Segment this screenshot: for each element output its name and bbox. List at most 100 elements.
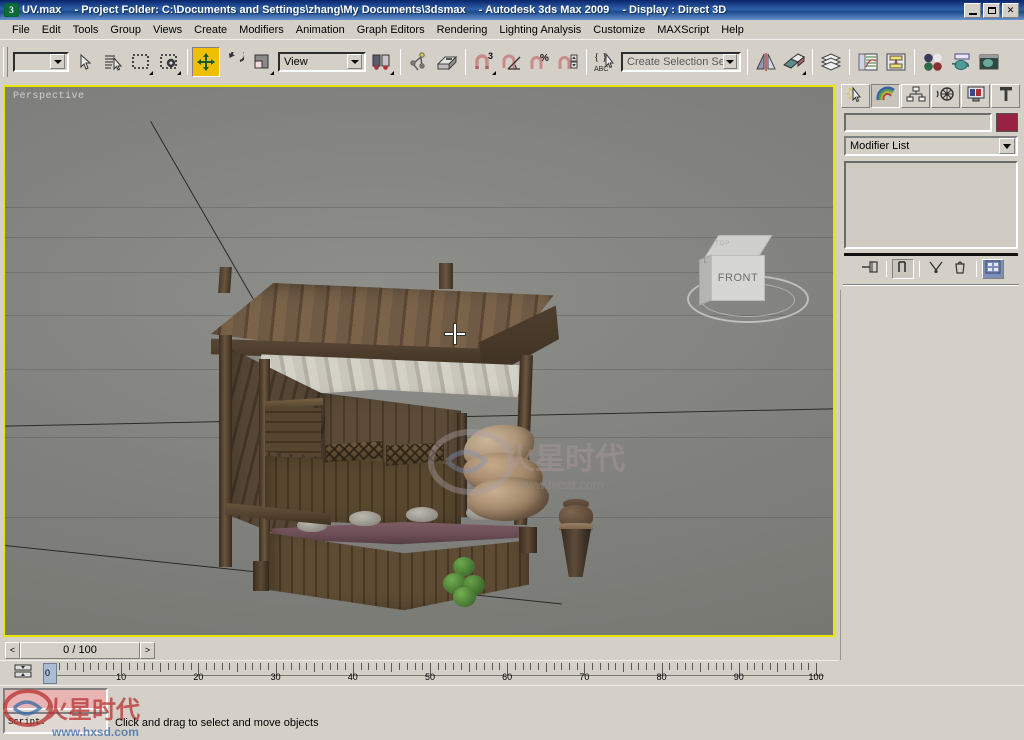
front-counter-body — [269, 533, 529, 611]
menu-item-create[interactable]: Create — [188, 22, 233, 38]
show-end-result-button[interactable] — [891, 259, 914, 280]
pin-stack-button[interactable] — [858, 259, 881, 279]
material-editor-button[interactable] — [919, 46, 947, 77]
modifier-stack[interactable] — [844, 161, 1018, 249]
bind-space-warp-button[interactable] — [433, 46, 461, 77]
ruler-tick-label: 20 — [193, 672, 204, 682]
minimize-button[interactable] — [964, 2, 981, 18]
next-frame-arrow[interactable]: > — [140, 642, 155, 659]
dotted-circle-icon — [159, 53, 179, 71]
perspective-viewport[interactable]: Perspective 火星时代 www.hxsd.com TOP L FRON… — [3, 85, 835, 637]
display-tab[interactable] — [961, 84, 990, 108]
spinner-snap-toggle-button[interactable] — [554, 46, 582, 77]
select-by-name-button[interactable] — [99, 46, 127, 77]
view-cube[interactable]: TOP L FRONT — [685, 233, 813, 325]
schematic-view-button[interactable] — [882, 46, 910, 77]
view-cube-front-face[interactable]: FRONT — [711, 255, 765, 301]
snaps-toggle-button[interactable]: 3 — [470, 46, 498, 77]
percent-snap-toggle-button[interactable]: % — [526, 46, 554, 77]
chevron-down-icon[interactable] — [999, 138, 1015, 154]
mini-curve-editor-icon — [13, 663, 33, 684]
maximize-button[interactable] — [983, 2, 1000, 18]
close-button[interactable]: ✕ — [1002, 2, 1019, 18]
reference-coordinate-system-combo[interactable]: View — [278, 51, 366, 72]
time-slider-thumb[interactable]: 0 — [43, 663, 57, 684]
hierarchy-tab[interactable] — [901, 84, 930, 108]
mirror-button[interactable] — [752, 46, 780, 77]
viewport-container: Perspective 火星时代 www.hxsd.com TOP L FRON… — [0, 83, 838, 639]
menu-item-animation[interactable]: Animation — [290, 22, 351, 38]
stack-separator-2 — [918, 261, 920, 277]
curve-editor-button[interactable] — [854, 46, 882, 77]
menu-item-lighting-analysis[interactable]: Lighting Analysis — [493, 22, 587, 38]
angle-snap-toggle-button[interactable] — [498, 46, 526, 77]
maxscript-mini-listener[interactable]: Script. — [3, 712, 108, 734]
roof-post-left — [218, 267, 232, 293]
show-end-result-icon — [895, 259, 911, 280]
remove-modifier-button[interactable] — [948, 259, 971, 279]
modify-tab[interactable] — [871, 84, 900, 108]
menu-item-views[interactable]: Views — [147, 22, 188, 38]
current-frame-display[interactable]: 0 / 100 — [20, 642, 140, 659]
ruler-minor-tick — [460, 663, 462, 670]
select-and-move-button[interactable] — [192, 46, 220, 77]
menu-item-maxscript[interactable]: MAXScript — [651, 22, 715, 38]
ruler-minor-tick — [707, 663, 709, 670]
motion-tab[interactable] — [931, 84, 960, 108]
ruler-minor-tick — [592, 663, 594, 670]
track-bar[interactable]: 10 20 30 40 50 60 70 80 90 100 0 — [0, 660, 838, 685]
ruler-minor-tick — [684, 663, 686, 670]
make-unique-button[interactable] — [924, 259, 947, 279]
ruler-minor-tick — [484, 663, 486, 670]
ruler-minor-tick — [406, 663, 408, 670]
chevron-down-icon[interactable] — [50, 54, 65, 69]
time-slider-control[interactable]: < 0 / 100 > — [5, 642, 155, 659]
use-center-button[interactable] — [368, 46, 396, 77]
menu-item-rendering[interactable]: Rendering — [431, 22, 494, 38]
align-button[interactable] — [780, 46, 808, 77]
ruler-minor-tick — [105, 663, 107, 670]
market-stall-model[interactable] — [201, 255, 601, 625]
object-color-swatch[interactable] — [996, 113, 1018, 132]
previous-frame-arrow[interactable]: < — [5, 642, 20, 659]
menu-item-file[interactable]: File — [6, 22, 36, 38]
select-region-button[interactable] — [127, 46, 155, 77]
open-mini-curve-editor-button[interactable] — [12, 664, 34, 682]
select-object-button[interactable] — [71, 46, 99, 77]
ruler-minor-tick — [113, 663, 115, 670]
track-bar-ruler[interactable]: 10 20 30 40 50 60 70 80 90 100 — [44, 663, 824, 685]
stack-separator — [885, 261, 887, 277]
menu-item-edit[interactable]: Edit — [36, 22, 67, 38]
maxscript-listener-pane[interactable] — [3, 688, 108, 710]
modifier-rollout-area[interactable] — [840, 290, 1018, 660]
undo-history-combo[interactable] — [13, 51, 69, 72]
menu-item-graph-editors[interactable]: Graph Editors — [351, 22, 431, 38]
window-crossing-button[interactable] — [155, 46, 183, 77]
menu-item-help[interactable]: Help — [715, 22, 750, 38]
layer-manager-button[interactable] — [817, 46, 845, 77]
ruler-minor-tick — [638, 663, 640, 670]
rendered-frame-window-button[interactable] — [975, 46, 1003, 77]
select-and-scale-button[interactable] — [248, 46, 276, 77]
menu-item-tools[interactable]: Tools — [67, 22, 105, 38]
arrow-cursor-icon — [76, 53, 94, 71]
object-name-field[interactable] — [844, 113, 992, 132]
named-selection-set-input[interactable]: Create Selection Set — [621, 51, 741, 72]
curve-editor-icon — [857, 52, 879, 72]
create-tab[interactable] — [841, 84, 870, 108]
ruler-minor-tick — [777, 663, 779, 672]
configure-modifier-sets-button[interactable] — [981, 259, 1004, 279]
select-and-rotate-button[interactable] — [220, 46, 248, 77]
chevron-down-icon[interactable] — [347, 54, 362, 69]
select-and-link-button[interactable] — [405, 46, 433, 77]
menu-item-modifiers[interactable]: Modifiers — [233, 22, 290, 38]
menu-item-group[interactable]: Group — [104, 22, 147, 38]
ruler-minor-tick — [144, 663, 146, 670]
modifier-list-dropdown[interactable]: Modifier List — [844, 136, 1018, 156]
utilities-tab[interactable] — [991, 84, 1020, 108]
render-setup-button[interactable] — [947, 46, 975, 77]
toolbar-grip[interactable] — [3, 46, 8, 77]
chevron-down-icon[interactable] — [722, 54, 737, 69]
menu-item-customize[interactable]: Customize — [587, 22, 651, 38]
named-selection-sets-button[interactable]: { } ABC — [591, 46, 619, 77]
